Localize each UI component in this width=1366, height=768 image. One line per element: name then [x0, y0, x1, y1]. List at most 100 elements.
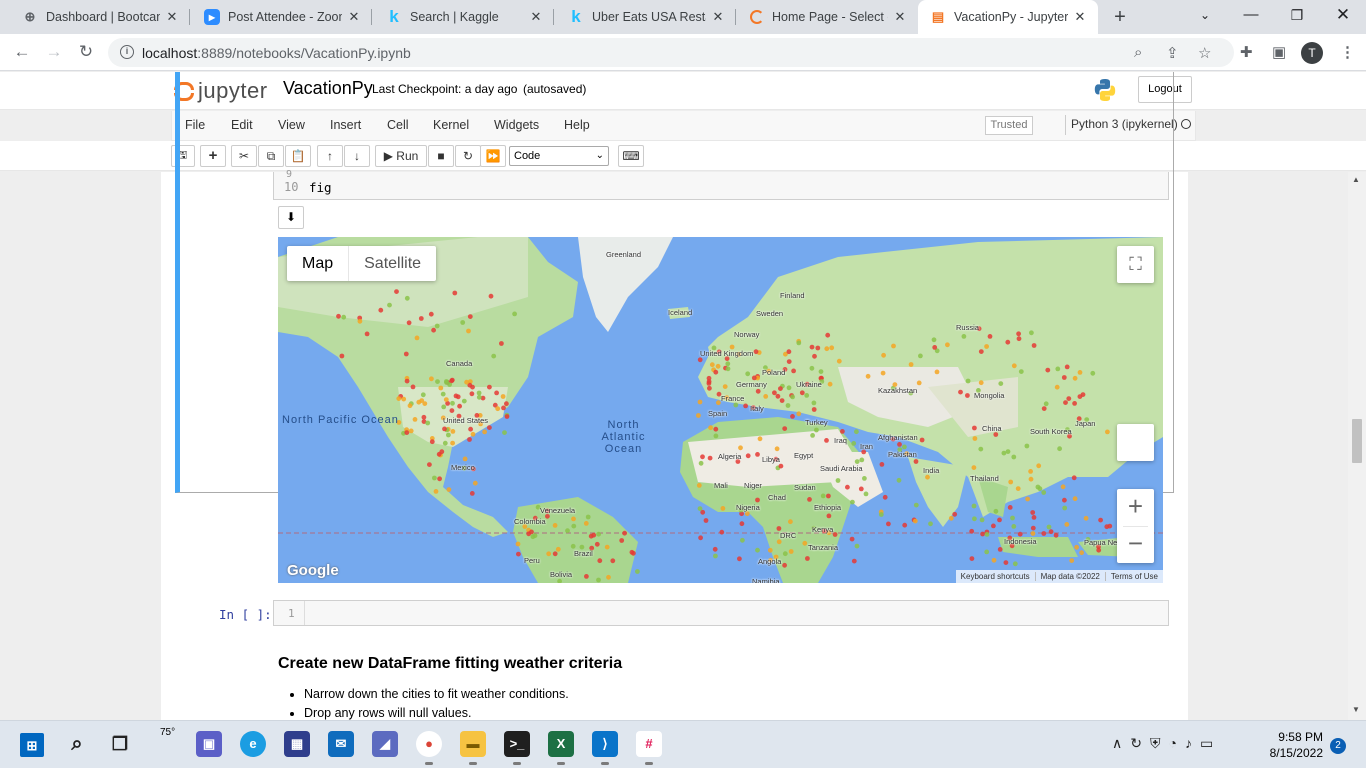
scroll-up-icon[interactable]: ▲: [1352, 175, 1360, 184]
wifi-icon[interactable]: ◔: [1168, 735, 1184, 751]
browser-tab[interactable]: k Uber Eats USA Restaurants ✕: [556, 0, 736, 34]
weather-widget[interactable]: 75°: [160, 727, 175, 738]
heat-point: [826, 513, 832, 519]
terms-of-use-link[interactable]: Terms of Use: [1106, 572, 1163, 581]
tab-search-icon[interactable]: ⌄: [1182, 0, 1228, 32]
street-view-pegman-icon[interactable]: [1117, 424, 1154, 461]
close-icon[interactable]: ✕: [528, 9, 544, 25]
heat-point: [782, 551, 788, 557]
back-icon[interactable]: ←: [10, 41, 34, 63]
heat-point: [755, 388, 761, 394]
close-icon[interactable]: ✕: [346, 9, 362, 25]
map-place-label: China: [982, 424, 1002, 433]
search-icon[interactable]: ⌕: [64, 731, 90, 757]
heat-point: [1054, 384, 1060, 390]
browser-tab[interactable]: ⊕ Dashboard | Bootcamp ✕: [10, 0, 190, 34]
security-icon[interactable]: ⛨: [1150, 735, 1169, 751]
app-icon[interactable]: ◢: [372, 731, 398, 757]
browser-tab-active[interactable]: ▤ VacationPy - Jupyter Notebook ✕: [918, 0, 1098, 34]
side-panel-icon[interactable]: ▣: [1272, 43, 1286, 61]
keyboard-shortcuts-link[interactable]: Keyboard shortcuts: [956, 572, 1036, 581]
address-bar[interactable]: i localhost:8889/notebooks/VacationPy.ip…: [108, 38, 1234, 67]
terminal-icon[interactable]: >_: [504, 731, 530, 765]
heat-point: [433, 489, 439, 494]
code-editor-tail[interactable]: 9 10 fig: [273, 169, 1169, 200]
browser-tab[interactable]: ▶ Post Attendee - Zoom ✕: [192, 0, 372, 34]
heat-point: [786, 359, 792, 364]
volume-icon[interactable]: ♪: [1185, 735, 1200, 751]
heat-point: [744, 511, 750, 517]
download-icon[interactable]: ⬇: [278, 206, 304, 229]
close-icon[interactable]: ✕: [892, 9, 908, 25]
heat-point: [499, 341, 504, 346]
heat-point: [1096, 547, 1102, 553]
sync-icon[interactable]: ↻: [1130, 735, 1150, 751]
google-logo[interactable]: Google: [287, 562, 339, 579]
heat-point: [998, 381, 1004, 386]
heat-point: [565, 528, 570, 534]
code-editor[interactable]: 1: [273, 600, 1169, 626]
chrome-icon[interactable]: ●: [416, 731, 442, 765]
map-type-satellite-button[interactable]: Satellite: [349, 246, 436, 281]
extensions-icon[interactable]: ✚: [1240, 43, 1253, 61]
heat-point: [774, 446, 780, 452]
system-tray[interactable]: ∧↻⛨◔♪▭: [1112, 735, 1221, 752]
empty-code-cell[interactable]: In [ ]: 1: [161, 599, 1188, 629]
vscode-icon[interactable]: ⟩: [592, 731, 618, 765]
close-icon[interactable]: ✕: [164, 9, 180, 25]
minimize-icon[interactable]: —: [1228, 0, 1274, 32]
restore-icon[interactable]: ❐: [1274, 0, 1320, 32]
map-place-label: Canada: [446, 359, 473, 368]
mail-icon[interactable]: ✉: [328, 731, 354, 757]
slack-icon[interactable]: #: [636, 731, 662, 765]
heat-point: [776, 539, 782, 545]
heat-point: [1030, 510, 1036, 515]
map-type-map-button[interactable]: Map: [287, 246, 350, 281]
close-icon[interactable]: ✕: [710, 9, 726, 25]
browser-tab[interactable]: k Search | Kaggle ✕: [374, 0, 554, 34]
heat-point: [404, 430, 410, 435]
heat-point: [824, 346, 830, 352]
battery-icon[interactable]: ▭: [1200, 735, 1221, 751]
heat-point: [902, 522, 908, 528]
clock[interactable]: 9:58 PM 8/15/2022: [1262, 729, 1323, 761]
close-icon[interactable]: ✕: [1072, 9, 1088, 25]
heat-point: [1008, 479, 1014, 485]
scroll-down-icon[interactable]: ▼: [1352, 705, 1360, 714]
window-close-icon[interactable]: ✕: [1320, 0, 1366, 32]
task-view-icon[interactable]: ❐: [107, 731, 133, 757]
heat-point: [790, 414, 795, 419]
fullscreen-icon[interactable]: ⛶: [1117, 246, 1154, 283]
zoom-in-icon[interactable]: +: [1117, 489, 1154, 526]
zoom-search-icon[interactable]: ⌕: [1134, 44, 1142, 61]
edge-icon[interactable]: e: [240, 731, 266, 757]
start-icon[interactable]: ⊞: [20, 733, 44, 757]
heat-point: [443, 397, 449, 402]
zoom-out-icon[interactable]: −: [1117, 527, 1154, 563]
url-host: localhost: [142, 45, 198, 61]
browser-menu-icon[interactable]: ⋮: [1340, 43, 1355, 61]
google-map[interactable]: North Pacific Ocean North Atlantic Ocean…: [278, 237, 1163, 583]
new-tab-icon[interactable]: +: [1108, 5, 1132, 29]
page-scrollbar[interactable]: ▲ ▼: [1348, 172, 1366, 720]
excel-icon[interactable]: X: [548, 731, 574, 765]
site-info-icon[interactable]: i: [120, 45, 134, 59]
share-icon[interactable]: ⇪: [1166, 44, 1179, 62]
url-text[interactable]: localhost:8889/notebooks/VacationPy.ipyn…: [142, 45, 411, 61]
chevron-up-icon[interactable]: ∧: [1112, 735, 1130, 751]
heat-point: [336, 313, 341, 319]
heat-point: [429, 439, 435, 445]
profile-avatar[interactable]: T: [1301, 42, 1323, 64]
file-explorer-icon[interactable]: ▬: [460, 731, 486, 765]
reload-icon[interactable]: ↻: [74, 41, 98, 63]
browser-tab[interactable]: Home Page - Select or ✕: [738, 0, 918, 34]
store-icon[interactable]: ▦: [284, 731, 310, 757]
teams-chat-icon[interactable]: ▣: [196, 731, 222, 757]
scroll-thumb[interactable]: [1352, 419, 1362, 463]
forward-icon[interactable]: →: [42, 41, 66, 63]
heat-point: [619, 538, 625, 543]
map-place-label: Egypt: [794, 451, 814, 460]
bookmark-star-icon[interactable]: ☆: [1198, 44, 1211, 62]
notification-badge[interactable]: 2: [1330, 738, 1346, 754]
heat-point: [1036, 463, 1042, 469]
